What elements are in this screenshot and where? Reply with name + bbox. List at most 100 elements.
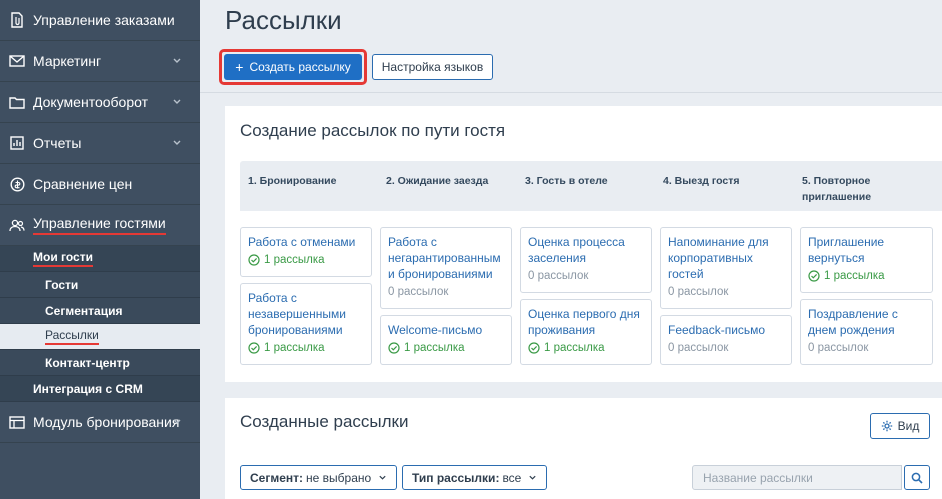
tile-count-text: 0 рассылок (668, 342, 729, 354)
tile-count: 1 рассылка (248, 342, 364, 354)
check-circle-icon (248, 342, 260, 354)
search-button[interactable] (904, 465, 930, 490)
tile-name: Работа с негарантированными бронирования… (388, 235, 501, 281)
tile-come-back-invite[interactable]: Приглашение вернуться 1 рассылка (800, 227, 933, 293)
toolbar: + Создать рассылку Настройка языков (200, 46, 942, 93)
tile-count: 0 рассылок (668, 286, 784, 298)
tile-count: 1 рассылка (528, 342, 644, 354)
segment-filter-label: Сегмент: (250, 470, 304, 485)
nav-documents[interactable]: Документооборот (0, 82, 200, 123)
tile-count-text: 0 рассылок (808, 342, 869, 354)
sub-mailings[interactable]: Рассылки (0, 324, 200, 350)
journey-stages: 1. Бронирование 2. Ожидание заезда 3. Го… (240, 161, 942, 211)
price-compare-icon (9, 176, 25, 192)
tile-count: 0 рассылок (528, 270, 644, 282)
search-icon (911, 472, 923, 484)
tile-cancellations[interactable]: Работа с отменами 1 рассылка (240, 227, 372, 277)
created-title: Созданные рассылки (240, 412, 409, 431)
page-title: Рассылки (225, 5, 342, 35)
tile-checkin-rating[interactable]: Оценка процесса заселения 0 рассылок (520, 227, 652, 293)
sub-segmentation[interactable]: Сегментация (0, 298, 200, 324)
tile-name: Работа с отменами (248, 235, 356, 249)
tile-name: Оценка процесса заселения (528, 235, 625, 265)
tile-count-text: 1 рассылка (544, 342, 605, 354)
segment-filter[interactable]: Сегмент: не выбрано (240, 465, 398, 490)
main-content: Рассылки + Создать рассылку Настройка яз… (200, 0, 942, 499)
tile-name: Feedback-письмо (668, 323, 766, 337)
nav-booking-module[interactable]: Модуль бронирования (0, 402, 200, 443)
chevron-down-icon (173, 140, 181, 145)
sub-contact-center[interactable]: Контакт-центр (0, 350, 200, 376)
view-button[interactable]: Вид (870, 413, 930, 439)
tile-count-text: 0 рассылок (528, 270, 589, 282)
nav-orders[interactable]: Управление заказами (0, 0, 200, 41)
sub-label: Сегментация (45, 303, 123, 318)
language-settings-button[interactable]: Настройка языков (372, 54, 493, 80)
mail-icon (9, 53, 25, 69)
sub-crm[interactable]: Интеграция с CRM (0, 376, 200, 402)
sub-guests[interactable]: Гости (0, 272, 200, 298)
create-mailing-button[interactable]: + Создать рассылку (224, 54, 362, 80)
mailing-name-search-input[interactable] (692, 465, 902, 490)
check-circle-icon (388, 342, 400, 354)
document-clip-icon (9, 12, 25, 28)
create-mailing-label: Создать рассылку (249, 60, 351, 74)
sub-label: Рассылки (45, 328, 99, 345)
stage-label: 3. Гость в отеле (525, 175, 608, 187)
nav-reports[interactable]: Отчеты (0, 123, 200, 164)
tile-feedback-letter[interactable]: Feedback-письмо 0 рассылок (660, 315, 792, 365)
nav-marketing[interactable]: Маркетинг (0, 41, 200, 82)
tile-corporate-reminder[interactable]: Напоминание для корпоративных гостей 0 р… (660, 227, 792, 309)
nav-label: Отчеты (33, 135, 82, 151)
nav-label: Модуль бронирования (33, 414, 180, 430)
users-icon (9, 217, 25, 233)
nav-guest-management[interactable]: Управление гостями (0, 205, 200, 246)
tile-count-text: 1 рассылка (404, 342, 465, 354)
tile-unguaranteed-bookings[interactable]: Работа с негарантированными бронирования… (380, 227, 512, 309)
nav-price-compare[interactable]: Сравнение цен (0, 164, 200, 205)
tile-count-text: 0 рассылок (668, 286, 729, 298)
check-circle-icon (248, 254, 260, 266)
chevron-down-icon (173, 58, 181, 63)
language-settings-label: Настройка языков (381, 60, 484, 74)
tile-name: Поздравление с днем рождения (808, 307, 898, 337)
tile-count-text: 1 рассылка (264, 342, 325, 354)
nav-label: Управление заказами (33, 12, 175, 28)
tile-count: 1 рассылка (248, 254, 364, 266)
nav-label: Управление гостями (33, 215, 166, 235)
guest-submenu: Мои гости Гости Сегментация Рассылки Кон… (0, 246, 200, 402)
sub-my-guests[interactable]: Мои гости (0, 246, 200, 272)
stage-label: 1. Бронирование (248, 175, 337, 187)
nav-label: Сравнение цен (33, 176, 133, 192)
tile-count: 0 рассылок (388, 286, 504, 298)
sub-label: Контакт-центр (45, 355, 130, 370)
tile-count-text: 0 рассылок (388, 286, 449, 298)
sidebar: Управление заказами Маркетинг Документоо… (0, 0, 200, 499)
tile-unfinished-bookings[interactable]: Работа с незавершенными бронированиями 1… (240, 283, 372, 365)
tile-count: 1 рассылка (808, 270, 925, 282)
tile-birthday-greeting[interactable]: Поздравление с днем рождения 0 рассылок (800, 299, 933, 365)
tile-name: Напоминание для корпоративных гостей (668, 235, 769, 281)
chevron-down-icon (529, 475, 536, 480)
tile-welcome-letter[interactable]: Welcome-письмо 1 рассылка (380, 315, 512, 365)
folder-icon (9, 94, 25, 110)
tile-name: Приглашение вернуться (808, 235, 885, 265)
tile-count: 0 рассылок (668, 342, 784, 354)
tile-name: Welcome-письмо (388, 323, 483, 337)
stage-label: 5. Повторное приглашение (802, 175, 872, 203)
chevron-down-icon (379, 475, 386, 480)
segment-filter-value: не выбрано (306, 470, 372, 485)
gear-icon (881, 420, 892, 432)
tile-first-day-rating[interactable]: Оценка первого дня проживания 1 рассылка (520, 299, 652, 365)
chevron-down-icon (173, 99, 181, 104)
chevron-down-icon (173, 419, 181, 424)
sub-label: Интеграция с CRM (33, 381, 143, 396)
mailing-type-filter[interactable]: Тип рассылки: все (402, 465, 548, 490)
type-filter-label: Тип рассылки: (412, 470, 500, 485)
tile-name: Оценка первого дня проживания (528, 307, 640, 337)
check-circle-icon (808, 270, 820, 282)
nav-label: Маркетинг (33, 53, 102, 69)
bar-chart-icon (9, 135, 25, 151)
tile-count: 0 рассылок (808, 342, 925, 354)
tile-count-text: 1 рассылка (824, 270, 885, 282)
